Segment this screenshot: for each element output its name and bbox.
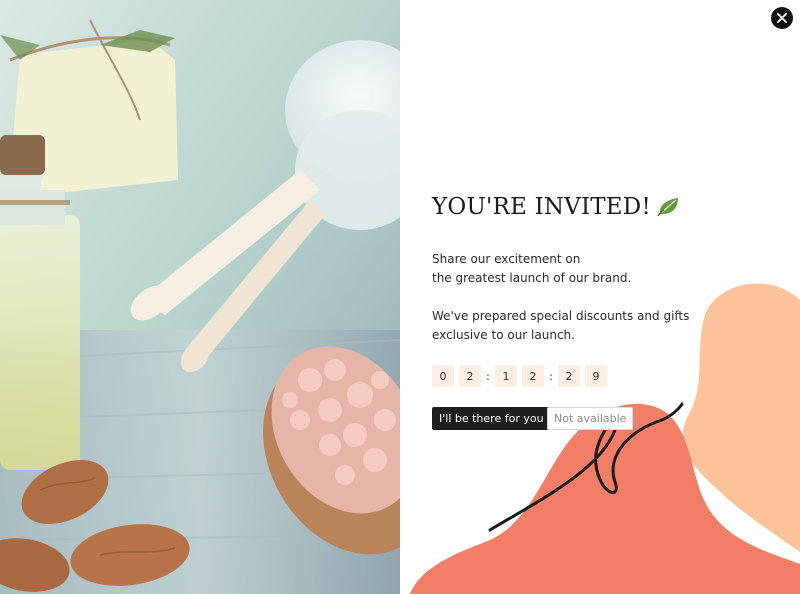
countdown-separator: : <box>486 369 490 383</box>
invitation-message-line: the greatest launch of our brand. <box>432 271 632 285</box>
leaf-icon <box>657 195 681 223</box>
countdown-digit: 9 <box>585 365 607 387</box>
popup-title-text: YOU'RE INVITED! <box>432 194 651 220</box>
discount-message-line: We've prepared special discounts and gif… <box>432 309 690 323</box>
countdown-digit: 2 <box>459 365 481 387</box>
countdown-digit: 0 <box>432 365 454 387</box>
decorative-blobs <box>410 283 800 594</box>
discount-message-line: exclusive to our launch. <box>432 328 575 342</box>
invitation-message: Share our excitement on the greatest lau… <box>432 250 631 288</box>
countdown-timer: 0 2 : 1 2 : 2 9 <box>432 365 607 387</box>
countdown-separator: : <box>549 369 553 383</box>
close-icon <box>777 13 787 23</box>
close-button[interactable] <box>771 7 793 29</box>
decline-button[interactable]: Not available <box>547 407 634 430</box>
invitation-popup: YOU'RE INVITED! Share our excitement on … <box>0 0 800 594</box>
hero-photo <box>0 0 400 594</box>
accept-button[interactable]: I'll be there for you <box>432 407 551 430</box>
content-panel: YOU'RE INVITED! Share our excitement on … <box>400 0 800 594</box>
countdown-digit: 2 <box>558 365 580 387</box>
invitation-message-line: Share our excitement on <box>432 252 581 266</box>
countdown-digit: 2 <box>522 365 544 387</box>
popup-title: YOU'RE INVITED! <box>432 194 681 223</box>
countdown-digit: 1 <box>495 365 517 387</box>
discount-message: We've prepared special discounts and gif… <box>432 307 689 345</box>
